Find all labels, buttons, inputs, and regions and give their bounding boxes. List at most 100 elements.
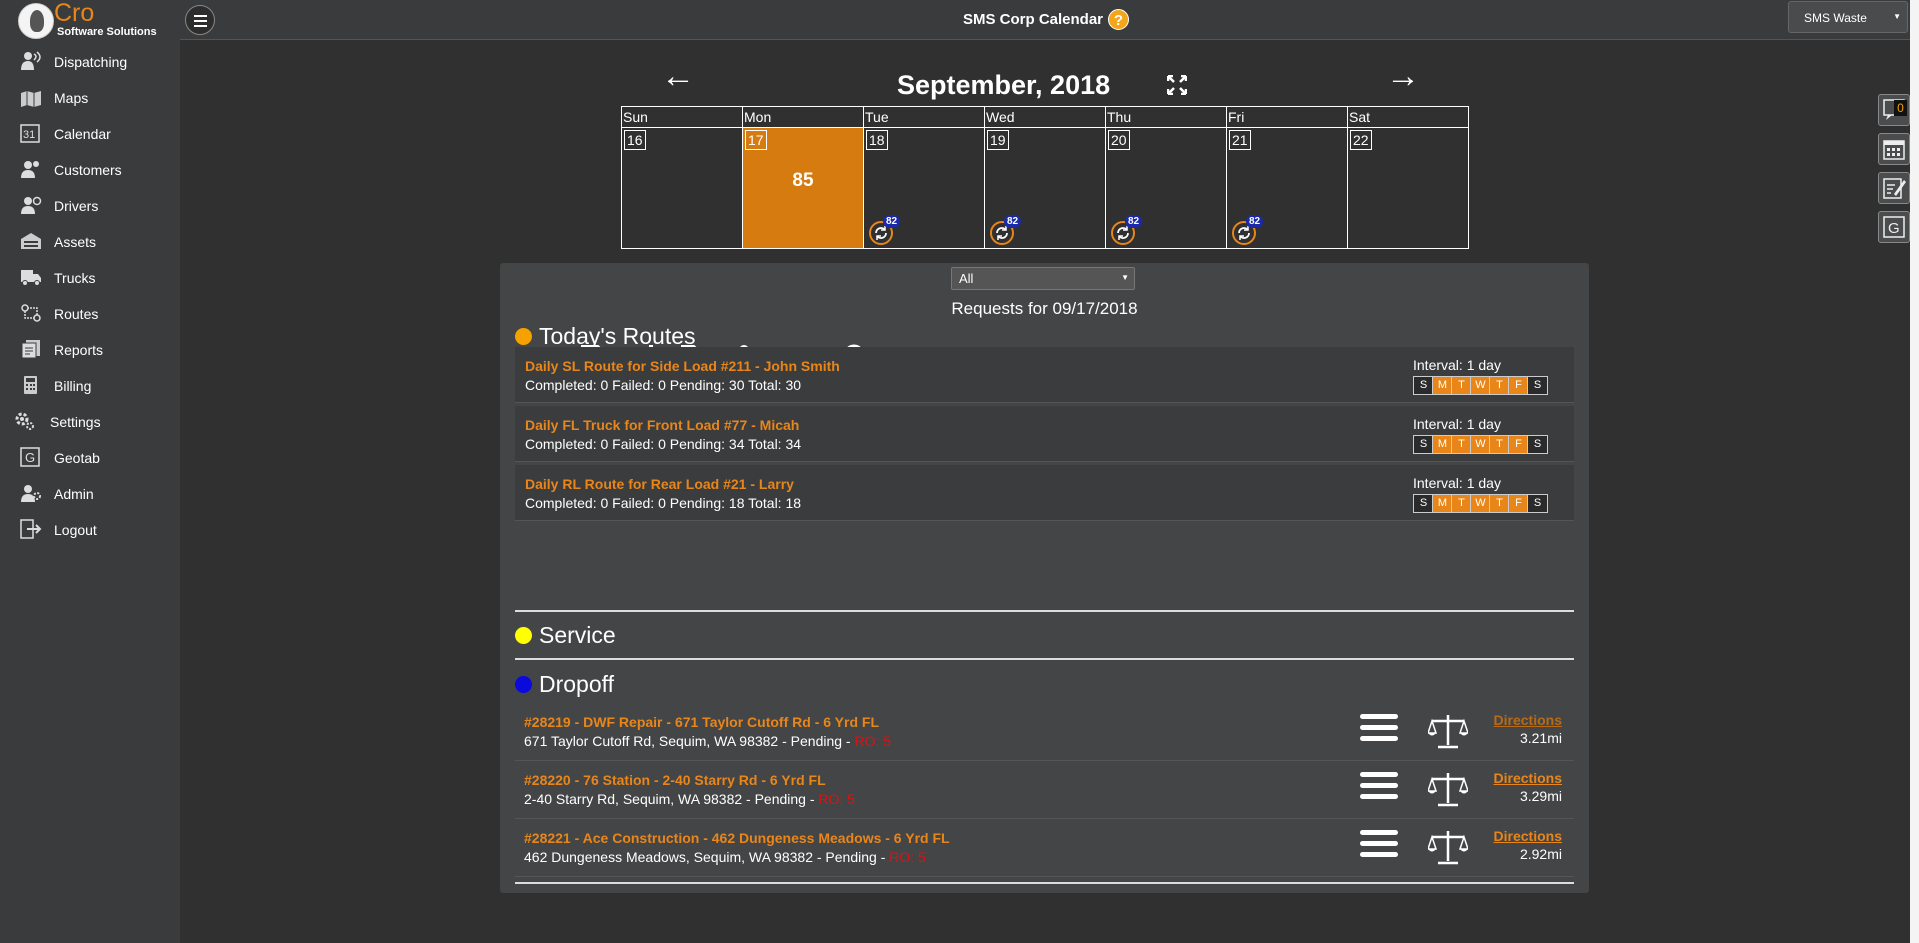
notifications-widget[interactable]: 0 xyxy=(1878,94,1910,126)
drag-handle-icon[interactable] xyxy=(1360,712,1398,744)
sidebar-item-dispatching[interactable]: Dispatching xyxy=(0,44,180,80)
ro-count: RO: 5 xyxy=(818,791,855,807)
recurring-routes-icon[interactable]: 82 xyxy=(990,215,1022,245)
route-interval: Interval: 1 day xyxy=(1413,416,1501,432)
day-cell-selected[interactable]: 17 85 xyxy=(742,127,864,249)
section-title: Today's Routes xyxy=(539,323,696,349)
requests-title: Requests for 09/17/2018 xyxy=(951,299,1138,318)
window-scrollbar[interactable] xyxy=(1910,0,1919,943)
directions-link[interactable]: Directions xyxy=(1494,828,1562,844)
scale-icon[interactable] xyxy=(1426,713,1470,749)
fullscreen-expand-icon[interactable] xyxy=(1166,74,1188,96)
scale-icon[interactable] xyxy=(1426,771,1470,807)
svg-text:G: G xyxy=(1888,220,1900,237)
caret-down-icon: ▼ xyxy=(1893,12,1901,21)
geotab-widget[interactable]: G xyxy=(1878,211,1910,243)
calendar-widget[interactable] xyxy=(1878,133,1910,165)
next-week-arrow[interactable]: → xyxy=(1386,59,1420,93)
sidebar-item-label: Billing xyxy=(54,378,92,394)
route-stats: Completed: 0 Failed: 0 Pending: 18 Total… xyxy=(525,495,802,511)
dropoff-row[interactable]: #28220 - 76 Station - 2-40 Starry Rd - 6… xyxy=(515,761,1574,819)
sidebar-item-drivers[interactable]: Drivers xyxy=(0,188,180,224)
directions-link[interactable]: Directions xyxy=(1494,712,1562,728)
section-title: Dropoff xyxy=(539,671,615,697)
day-cell[interactable]: 16 xyxy=(621,127,743,249)
day-mon: M xyxy=(1432,494,1453,513)
weekday-header: Sat xyxy=(1347,106,1469,128)
bird-logo-icon xyxy=(18,3,54,39)
directions-link[interactable]: Directions xyxy=(1494,770,1562,786)
logout-icon xyxy=(20,519,42,539)
assets-icon xyxy=(20,231,42,251)
company-select[interactable]: SMS Waste ▼ xyxy=(1788,1,1908,33)
address-text: 671 Taylor Cutoff Rd, Sequim, WA 98382 -… xyxy=(524,733,855,749)
day-cell[interactable]: 20 82 xyxy=(1105,127,1227,249)
sidebar-item-trucks[interactable]: Trucks xyxy=(0,260,180,296)
dropoff-title-link[interactable]: #28219 - DWF Repair - 671 Taylor Cutoff … xyxy=(524,714,879,730)
map-icon xyxy=(20,87,42,107)
route-row[interactable]: Daily SL Route for Side Load #211 - John… xyxy=(515,347,1574,403)
route-title-link[interactable]: Daily RL Route for Rear Load #21 - Larry xyxy=(525,476,794,492)
weekday-header: Mon xyxy=(742,106,864,128)
sidebar-item-label: Reports xyxy=(54,342,104,358)
sidebar-item-assets[interactable]: Assets xyxy=(0,224,180,260)
gear-icon xyxy=(14,411,36,431)
dropoff-row[interactable]: #28221 - Ace Construction - 462 Dungenes… xyxy=(515,819,1574,877)
calendar-month-title: September, 2018 xyxy=(897,70,1111,100)
hamburger-menu-icon[interactable] xyxy=(185,5,215,35)
route-interval: Interval: 1 day xyxy=(1413,357,1501,373)
address-text: 462 Dungeness Meadows, Sequim, WA 98382 … xyxy=(524,849,890,865)
sidebar-item-label: Geotab xyxy=(54,450,100,466)
sidebar-item-label: Drivers xyxy=(54,198,99,214)
route-title-link[interactable]: Daily FL Truck for Front Load #77 - Mica… xyxy=(525,417,799,433)
prev-week-arrow[interactable]: ← xyxy=(661,59,695,93)
sidebar-item-label: Customers xyxy=(54,162,122,178)
sidebar-item-geotab[interactable]: G Geotab xyxy=(0,440,180,476)
dropoff-title-link[interactable]: #28220 - 76 Station - 2-40 Starry Rd - 6… xyxy=(524,772,826,788)
sidebar-item-label: Calendar xyxy=(54,126,111,142)
sidebar-item-billing[interactable]: Billing xyxy=(0,368,180,404)
sidebar-item-settings[interactable]: Settings xyxy=(0,404,180,440)
request-filter-select[interactable]: All ▼ xyxy=(951,267,1135,290)
help-icon[interactable]: ? xyxy=(1108,9,1129,30)
day-cell[interactable]: 22 xyxy=(1347,127,1469,249)
weekday-header: Sun xyxy=(621,106,743,128)
customers-icon xyxy=(20,159,42,179)
sidebar-item-routes[interactable]: Routes xyxy=(0,296,180,332)
sidebar-item-logout[interactable]: Logout xyxy=(0,512,180,548)
dropoff-row[interactable]: #28219 - DWF Repair - 671 Taylor Cutoff … xyxy=(515,703,1574,761)
recurring-routes-icon[interactable]: 82 xyxy=(1111,215,1143,245)
day-fri: F xyxy=(1508,435,1529,454)
sidebar-item-reports[interactable]: Reports xyxy=(0,332,180,368)
calendar-grid-icon xyxy=(1883,140,1905,160)
dropoff-title-link[interactable]: #28221 - Ace Construction - 462 Dungenes… xyxy=(524,830,950,846)
drivers-icon xyxy=(20,195,42,215)
recurring-routes-icon[interactable]: 82 xyxy=(1232,215,1264,245)
status-dot xyxy=(515,328,532,345)
section-divider xyxy=(515,882,1574,884)
day-fri: F xyxy=(1508,376,1529,395)
day-cell[interactable]: 18 82 xyxy=(863,127,985,249)
sidebar-item-calendar[interactable]: 31 Calendar xyxy=(0,116,180,152)
scale-icon[interactable] xyxy=(1426,829,1470,865)
routes-icon xyxy=(20,303,42,323)
route-row[interactable]: Daily RL Route for Rear Load #21 - Larry… xyxy=(515,465,1574,521)
logo[interactable]: Cro Software Solutions xyxy=(18,0,178,40)
edit-widget[interactable] xyxy=(1878,172,1910,204)
sidebar-item-customers[interactable]: Customers xyxy=(0,152,180,188)
sidebar-item-admin[interactable]: Admin xyxy=(0,476,180,512)
drag-handle-icon[interactable] xyxy=(1360,770,1398,802)
day-cell[interactable]: 21 82 xyxy=(1226,127,1348,249)
drag-handle-icon[interactable] xyxy=(1360,828,1398,860)
sidebar-item-label: Dispatching xyxy=(54,54,128,70)
ro-count: RO: 5 xyxy=(889,849,926,865)
sidebar-item-maps[interactable]: Maps xyxy=(0,80,180,116)
route-row[interactable]: Daily FL Truck for Front Load #77 - Mica… xyxy=(515,406,1574,462)
route-title-link[interactable]: Daily SL Route for Side Load #211 - John… xyxy=(525,358,840,374)
recurring-routes-icon[interactable]: 82 xyxy=(869,215,901,245)
sidebar-item-label: Maps xyxy=(54,90,89,106)
day-wed: W xyxy=(1470,435,1491,454)
distance-value: 3.29mi xyxy=(1519,788,1562,804)
brand-name: Cro xyxy=(54,0,95,27)
day-cell[interactable]: 19 82 xyxy=(984,127,1106,249)
